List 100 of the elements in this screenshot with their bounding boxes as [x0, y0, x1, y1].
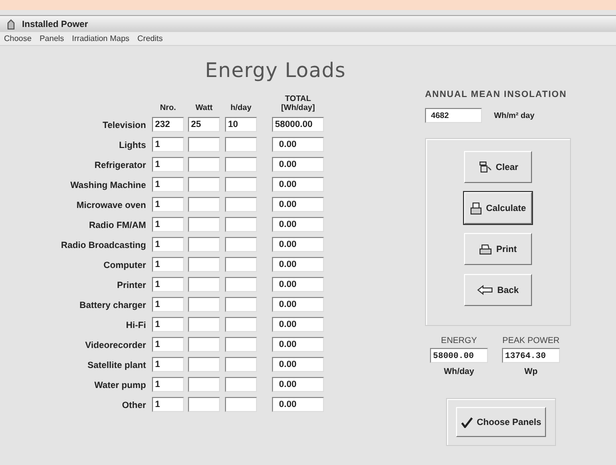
hours-field[interactable]: [225, 317, 257, 332]
printer-icon: [479, 244, 492, 254]
watt-field[interactable]: [188, 197, 220, 212]
hours-field[interactable]: [225, 337, 257, 352]
hours-field[interactable]: [225, 397, 257, 412]
hours-field[interactable]: [225, 177, 257, 192]
total-field[interactable]: 0.00: [272, 257, 324, 272]
choose-panels-button[interactable]: Choose Panels: [456, 407, 546, 437]
quantity-field[interactable]: 1: [152, 397, 184, 412]
load-label: Other: [120, 400, 147, 410]
quantity-field[interactable]: 1: [152, 217, 184, 232]
hours-field[interactable]: [225, 357, 257, 372]
watt-field[interactable]: [188, 237, 220, 252]
eraser-icon: [478, 161, 492, 173]
load-label: Water pump: [93, 380, 147, 390]
load-label: Washing Machine: [69, 180, 147, 190]
total-field[interactable]: 0.00: [272, 197, 324, 212]
quantity-field[interactable]: 1: [152, 177, 184, 192]
check-icon: [460, 416, 473, 428]
hours-field[interactable]: 10: [225, 117, 257, 132]
column-header: h/day: [230, 103, 252, 112]
total-field[interactable]: 0.00: [272, 337, 324, 352]
hours-field[interactable]: [225, 297, 257, 312]
hours-field[interactable]: [225, 257, 257, 272]
result-field[interactable]: 13764.30: [502, 348, 560, 363]
column-header: Watt: [194, 103, 214, 112]
load-label: Radio Broadcasting: [60, 240, 147, 250]
quantity-field[interactable]: 1: [152, 157, 184, 172]
watt-field[interactable]: [188, 317, 220, 332]
watt-field[interactable]: [188, 397, 220, 412]
load-label: Computer: [102, 260, 147, 270]
hours-field[interactable]: [225, 217, 257, 232]
watt-field[interactable]: [188, 137, 220, 152]
quantity-field[interactable]: 1: [152, 377, 184, 392]
printer-icon: [470, 202, 482, 214]
quantity-field[interactable]: 1: [152, 357, 184, 372]
watt-field[interactable]: [188, 337, 220, 352]
left-arrow-icon: [477, 285, 494, 295]
watt-field[interactable]: [188, 277, 220, 292]
total-field[interactable]: 0.00: [272, 397, 324, 412]
watt-field[interactable]: [188, 377, 220, 392]
load-label: Refrigerator: [93, 160, 147, 170]
menu-item[interactable]: Credits: [137, 34, 163, 43]
calculate-button[interactable]: Calculate: [464, 192, 532, 224]
total-field[interactable]: 0.00: [272, 157, 324, 172]
menu-item[interactable]: Irradiation Maps: [72, 34, 130, 43]
insolation-label: ANNUAL MEAN INSOLATION: [425, 89, 567, 99]
total-field[interactable]: 0.00: [272, 177, 324, 192]
unit-label: Wh/m² day: [494, 111, 534, 120]
hours-field[interactable]: [225, 237, 257, 252]
hours-field[interactable]: [225, 197, 257, 212]
watt-field[interactable]: [188, 177, 220, 192]
load-label: Satellite plant: [86, 360, 147, 370]
watt-field[interactable]: [188, 357, 220, 372]
window-title: Installed Power: [22, 19, 88, 29]
quantity-field[interactable]: 1: [152, 277, 184, 292]
load-label: Television: [102, 120, 147, 130]
total-field[interactable]: 58000.00: [272, 117, 324, 132]
clear-button[interactable]: Clear: [464, 151, 532, 183]
result-label: PEAK POWER: [502, 335, 560, 345]
total-field[interactable]: 0.00: [272, 297, 324, 312]
load-label: Hi-Fi: [125, 320, 147, 330]
insolation-field[interactable]: 4682: [425, 108, 482, 123]
total-field[interactable]: 0.00: [272, 137, 324, 152]
quantity-field[interactable]: 1: [152, 337, 184, 352]
total-field[interactable]: 0.00: [272, 237, 324, 252]
load-label: Microwave oven: [75, 200, 147, 210]
quantity-field[interactable]: 1: [152, 137, 184, 152]
hours-field[interactable]: [225, 157, 257, 172]
watt-field[interactable]: [188, 297, 220, 312]
quantity-field[interactable]: 1: [152, 197, 184, 212]
total-field[interactable]: 0.00: [272, 357, 324, 372]
total-field[interactable]: 0.00: [272, 317, 324, 332]
load-label: Lights: [118, 140, 147, 150]
load-label: Printer: [116, 280, 147, 290]
menu-item[interactable]: Panels: [40, 34, 64, 43]
total-field[interactable]: 0.00: [272, 277, 324, 292]
quantity-field[interactable]: 1: [152, 257, 184, 272]
column-header: TOTAL [Wh/day]: [280, 94, 316, 112]
hours-field[interactable]: [225, 137, 257, 152]
hours-field[interactable]: [225, 277, 257, 292]
watt-field[interactable]: [188, 257, 220, 272]
watt-field[interactable]: [188, 217, 220, 232]
quantity-field[interactable]: 1: [152, 237, 184, 252]
print-button[interactable]: Print: [464, 233, 532, 265]
result-field[interactable]: 58000.00: [430, 348, 488, 363]
load-label: Videorecorder: [84, 340, 147, 350]
total-field[interactable]: 0.00: [272, 377, 324, 392]
column-header: Nro.: [159, 103, 177, 112]
watt-field[interactable]: 25: [188, 117, 220, 132]
back-button[interactable]: Back: [464, 274, 532, 306]
unit-label: Wh/day: [444, 366, 474, 376]
load-label: Radio FM/AM: [88, 220, 147, 230]
hours-field[interactable]: [225, 377, 257, 392]
quantity-field[interactable]: 1: [152, 297, 184, 312]
menu-item[interactable]: Choose: [4, 34, 32, 43]
quantity-field[interactable]: 1: [152, 317, 184, 332]
quantity-field[interactable]: 232: [152, 117, 184, 132]
watt-field[interactable]: [188, 157, 220, 172]
total-field[interactable]: 0.00: [272, 217, 324, 232]
